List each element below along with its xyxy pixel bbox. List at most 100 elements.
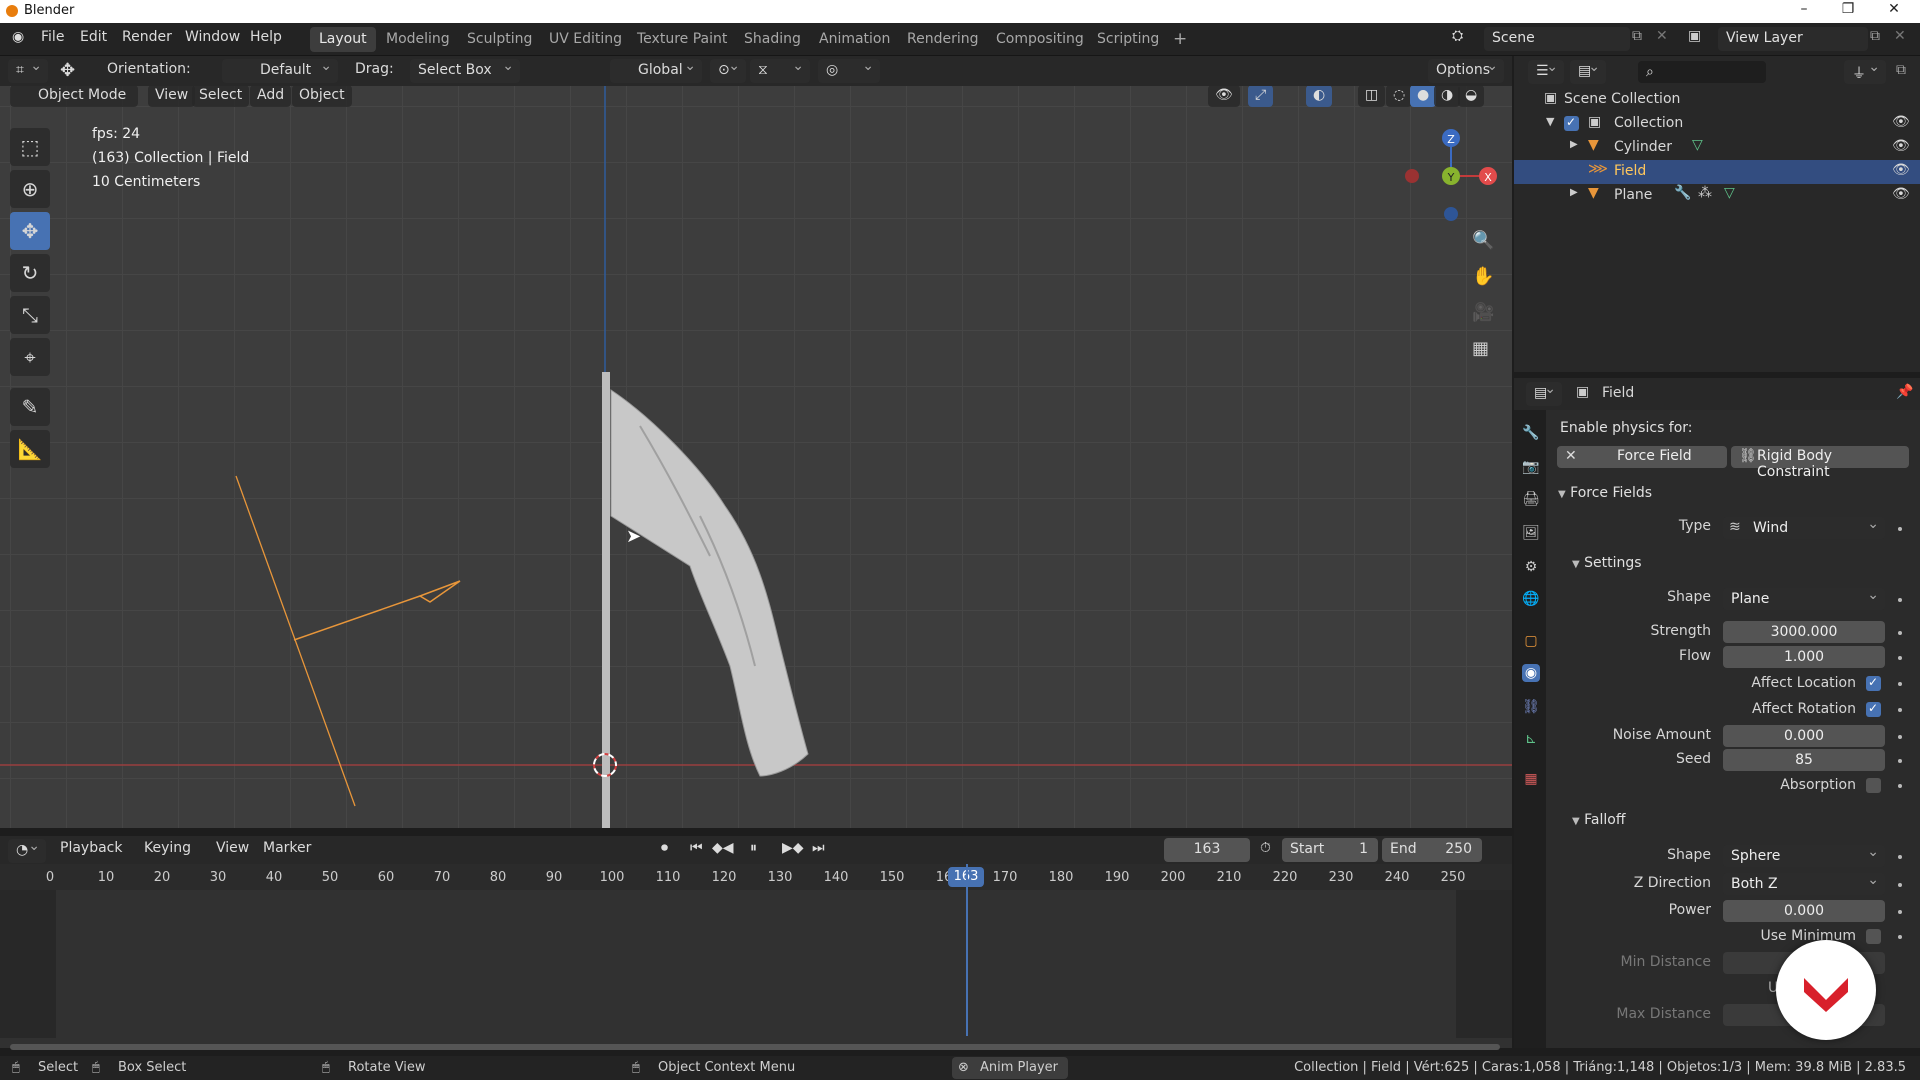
- pan-hand-icon[interactable]: ✋: [1472, 266, 1494, 287]
- menu-file[interactable]: File: [41, 29, 64, 45]
- current-frame-field[interactable]: 163: [1164, 838, 1250, 862]
- scene-name-field[interactable]: Scene: [1484, 27, 1630, 51]
- texture-tab-icon[interactable]: ▦: [1522, 770, 1540, 788]
- zoom-icon[interactable]: 🔍: [1472, 230, 1494, 251]
- rigid-body-constraint-button[interactable]: ⛓ Rigid Body Constraint: [1731, 446, 1909, 480]
- force-fields-section[interactable]: ▼ Force Fields: [1558, 485, 1652, 501]
- new-view-layer-icon[interactable]: ⧉: [1870, 28, 1880, 44]
- expand-collection-icon[interactable]: ▼: [1546, 115, 1554, 128]
- collection-checkbox[interactable]: [1564, 115, 1579, 131]
- transform-orientation-dropdown[interactable]: Global: [610, 58, 702, 83]
- minimize-icon[interactable]: –: [1786, 1, 1822, 21]
- remove-scene-icon[interactable]: ✕: [1656, 28, 1668, 44]
- scene-tab-icon[interactable]: ⚙: [1522, 558, 1540, 576]
- filter-icon[interactable]: ⏚: [1844, 59, 1886, 84]
- measure-tool-icon[interactable]: 📐: [10, 430, 50, 468]
- tab-texture-paint[interactable]: Texture Paint: [628, 27, 736, 52]
- remove-view-layer-icon[interactable]: ✕: [1894, 28, 1906, 44]
- outliner-search-input[interactable]: ⌕: [1638, 61, 1766, 83]
- outliner-scene-collection[interactable]: ▣ Scene Collection: [1514, 88, 1920, 112]
- particles-icon[interactable]: ⁂: [1698, 185, 1712, 201]
- 3d-viewport[interactable]: Object Mode View Select Add Object 👁 ⤢ ◐…: [0, 86, 1512, 828]
- expand-cylinder-icon[interactable]: ▶: [1570, 139, 1578, 150]
- jump-start-icon[interactable]: ⏮: [690, 840, 703, 856]
- playhead-line[interactable]: [966, 864, 968, 1036]
- outliner-editor-type-icon[interactable]: ☰: [1528, 59, 1564, 84]
- tab-modeling[interactable]: Modeling: [377, 27, 459, 52]
- camera-view-icon[interactable]: 🎥: [1472, 302, 1494, 323]
- solid-shading-icon[interactable]: ●: [1410, 86, 1437, 107]
- record-icon[interactable]: ⏺: [661, 840, 668, 856]
- pivot-icon[interactable]: ⊙: [710, 58, 746, 83]
- seed-field[interactable]: 85: [1723, 749, 1885, 771]
- mode-dropdown[interactable]: Object Mode: [10, 86, 138, 107]
- outliner-item-plane[interactable]: ▶ ▼ Plane 🔧 ⁂ ▽ 👁: [1514, 184, 1920, 208]
- material-shading-icon[interactable]: ◑: [1434, 86, 1461, 107]
- cancel-job-icon[interactable]: ⊗: [958, 1060, 969, 1075]
- jump-end-icon[interactable]: ⏭: [812, 840, 825, 856]
- affect-rotation-checkbox[interactable]: [1866, 701, 1881, 717]
- settings-section[interactable]: ▼ Settings: [1572, 555, 1642, 571]
- outliner-item-cylinder[interactable]: ▶ ▼ Cylinder ▽ 👁: [1514, 136, 1920, 160]
- output-tab-icon[interactable]: 🖨: [1522, 490, 1540, 508]
- constraints-tab-icon[interactable]: ⛓: [1522, 698, 1540, 716]
- view-layer-tab-icon[interactable]: 🖼: [1522, 524, 1540, 542]
- move-tool-icon[interactable]: ✥: [10, 212, 50, 250]
- jump-keyframe-back-icon[interactable]: ◆◀: [712, 840, 734, 856]
- render-tab-icon[interactable]: 📷: [1522, 458, 1540, 476]
- stopwatch-icon[interactable]: ⏱: [1260, 840, 1271, 856]
- scene-icon[interactable]: ⛭: [1452, 28, 1463, 44]
- xray-icon[interactable]: ◫: [1358, 86, 1386, 107]
- properties-editor-type-icon[interactable]: ▤: [1526, 381, 1562, 406]
- menu-playback[interactable]: Playback: [60, 840, 122, 856]
- jump-keyframe-forward-icon[interactable]: ▶◆: [782, 840, 804, 856]
- options-dropdown[interactable]: Options: [1428, 58, 1504, 83]
- tab-compositing[interactable]: Compositing: [987, 27, 1093, 52]
- view-layer-icon[interactable]: ▣: [1688, 28, 1701, 44]
- select-box-tool-icon[interactable]: ⬚: [10, 128, 50, 166]
- tool-tab-icon[interactable]: 🔧: [1522, 424, 1540, 442]
- timeline-editor-type-icon[interactable]: ◔: [8, 838, 46, 863]
- blender-menu-icon[interactable]: ◉: [12, 29, 24, 45]
- field-eye-icon[interactable]: 👁: [1892, 162, 1910, 178]
- noise-amount-field[interactable]: 0.000: [1723, 725, 1885, 747]
- orientation-dropdown[interactable]: Default: [222, 58, 338, 83]
- timeline-body[interactable]: [0, 864, 1512, 1050]
- tab-shading[interactable]: Shading: [735, 27, 810, 52]
- menu-window[interactable]: Window: [185, 29, 240, 45]
- pin-icon[interactable]: 📌: [1896, 384, 1913, 400]
- timeline-scrollbar[interactable]: [10, 1044, 1500, 1050]
- type-dropdown[interactable]: Wind: [1723, 513, 1885, 539]
- menu-edit[interactable]: Edit: [80, 29, 107, 45]
- gizmo-toggle-icon[interactable]: ⤢: [1248, 86, 1274, 107]
- mesh-data-icon[interactable]: ▽: [1692, 137, 1703, 153]
- flow-field[interactable]: 1.000: [1723, 646, 1885, 668]
- editor-type-icon[interactable]: ⌗: [8, 58, 48, 83]
- world-tab-icon[interactable]: 🌐: [1522, 590, 1540, 608]
- force-field-button[interactable]: ✕ Force Field: [1557, 446, 1727, 468]
- tab-sculpting[interactable]: Sculpting: [458, 27, 541, 52]
- rendered-shading-icon[interactable]: ◒: [1458, 86, 1485, 107]
- z-direction-dropdown[interactable]: Both Z: [1723, 869, 1885, 895]
- outliner-item-collection[interactable]: ▼ ▣ Collection 👁: [1514, 112, 1920, 136]
- overlays-icon[interactable]: ◐: [1306, 86, 1333, 107]
- object-tab-icon[interactable]: ▢: [1522, 632, 1540, 650]
- menu-marker[interactable]: Marker: [263, 840, 311, 856]
- falloff-shape-dropdown[interactable]: Sphere: [1723, 841, 1885, 867]
- tab-layout[interactable]: Layout: [310, 27, 376, 52]
- navigation-gizmo[interactable]: Z X Y: [1396, 124, 1506, 234]
- cylinder-eye-icon[interactable]: 👁: [1892, 138, 1910, 154]
- shape-dropdown[interactable]: Plane: [1723, 584, 1885, 610]
- physics-tab-icon[interactable]: ◉: [1522, 664, 1540, 682]
- falloff-section[interactable]: ▼ Falloff: [1572, 812, 1626, 828]
- menu-select[interactable]: Select: [192, 86, 250, 107]
- collection-eye-icon[interactable]: 👁: [1892, 114, 1910, 130]
- timeline-ruler[interactable]: 0 10 20 30 40 50 60 70 80 90 100 110 120…: [0, 864, 1512, 890]
- new-collection-icon[interactable]: ⧉: [1896, 62, 1906, 78]
- anim-player-job[interactable]: ⊗ Anim Player: [952, 1057, 1068, 1079]
- wireframe-shading-icon[interactable]: ◌: [1386, 86, 1413, 107]
- tab-rendering[interactable]: Rendering: [898, 27, 988, 52]
- menu-render[interactable]: Render: [122, 29, 172, 45]
- tab-animation[interactable]: Animation: [810, 27, 899, 52]
- snap-icon[interactable]: ⧖: [750, 58, 810, 83]
